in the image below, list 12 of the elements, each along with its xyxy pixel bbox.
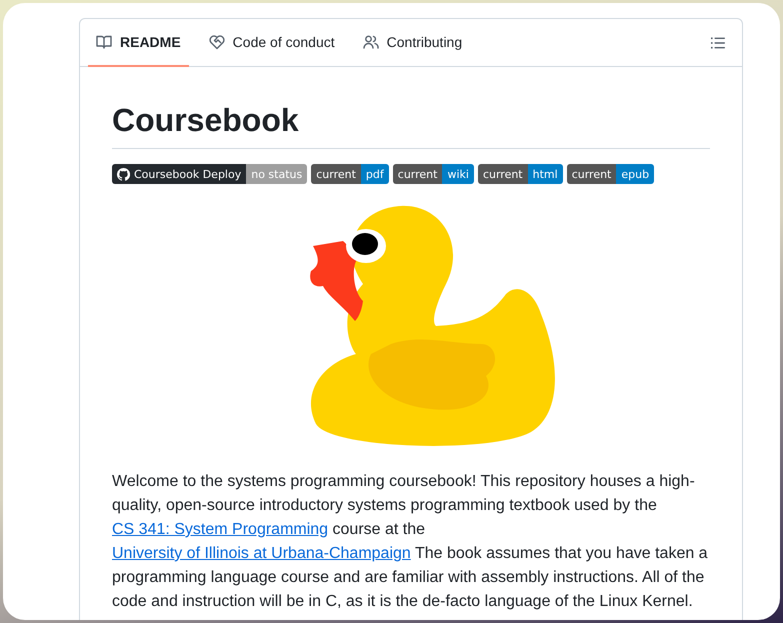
tab[interactable]: Code of conduct [200,19,343,67]
tab[interactable]: Contributing [354,19,470,67]
people-icon [362,34,379,50]
handshake-heart-icon [208,34,225,50]
page-title: Coursebook [112,100,710,149]
tab[interactable]: README [88,19,189,67]
github-icon [117,168,130,180]
intro-paragraph: Welcome to the systems programming coursebook! This repository houses a high-quality, open-source introductory systems programming textbook used by the CS 341: System Programming course at the University of Illinois at Urbana-Champaign The book assumes that you have taken a programming language course and are familiar with assembly instructions. All of the code and instruction will be in C, as it is the de-facto language of the Linux Kernel. [112,472,709,612]
list-icon [710,34,726,50]
text-link[interactable]: University of Illinois at Urbana-Champaign [112,545,411,562]
book-icon [96,34,112,50]
text-link[interactable]: CS 341: System Programming [112,521,328,538]
